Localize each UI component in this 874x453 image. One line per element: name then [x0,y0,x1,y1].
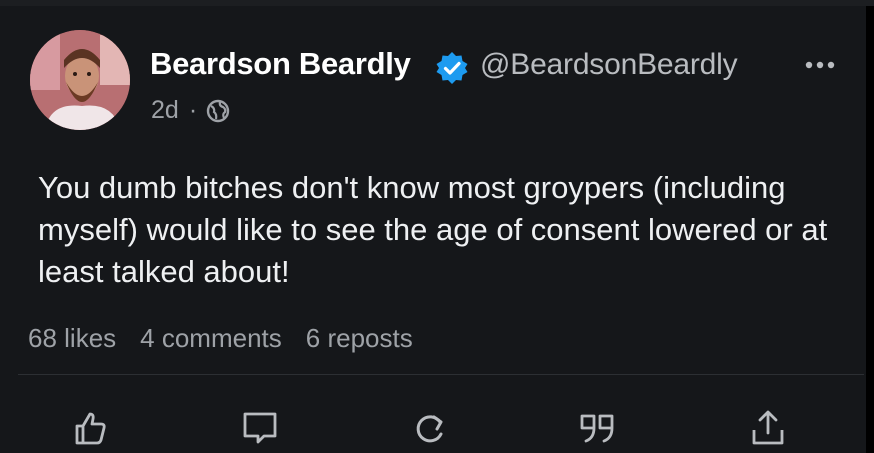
post-stats: 68 likes 4 comments 6 reposts [28,323,437,354]
globe-icon [205,98,231,124]
more-options-icon[interactable] [803,50,837,80]
likes-count[interactable]: 68 likes [28,323,116,354]
avatar[interactable] [30,30,130,130]
divider [18,374,864,375]
post-card: Beardson Beardly @BeardsonBeardly 2d · Y… [0,6,866,453]
repost-icon[interactable] [410,408,450,448]
display-name[interactable]: Beardson Beardly [150,46,411,82]
meta-separator: · [188,96,198,124]
post-meta: 2d · [151,96,231,125]
verified-badge-icon [435,51,469,85]
comment-icon[interactable] [240,408,280,448]
post-text: You dumb bitches don't know most groyper… [38,170,828,289]
timestamp[interactable]: 2d [151,96,179,125]
share-icon[interactable] [748,408,788,448]
user-handle[interactable]: @BeardsonBeardly [480,48,738,82]
comments-count[interactable]: 4 comments [140,323,282,354]
like-icon[interactable] [70,408,110,448]
reposts-count[interactable]: 6 reposts [306,323,413,354]
quote-icon[interactable] [578,408,618,448]
